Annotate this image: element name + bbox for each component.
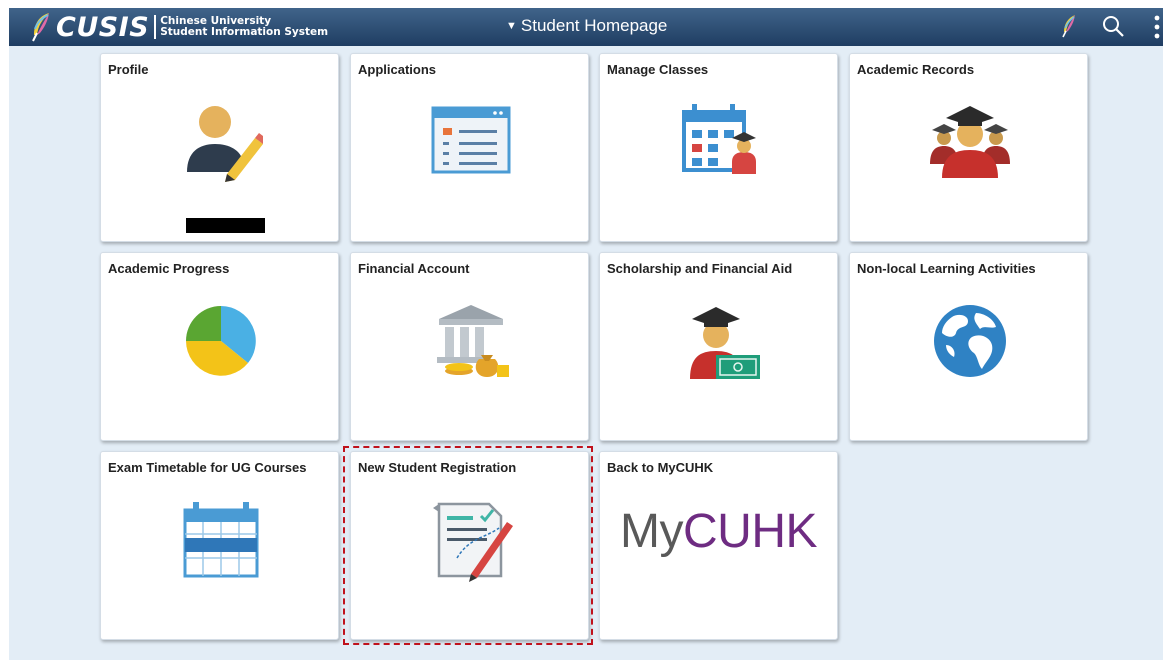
tile-academic-records[interactable]: Academic Records <box>849 53 1088 242</box>
logo-title: CUSIS <box>56 11 150 43</box>
tile-title: Non-local Learning Activities <box>857 261 1036 276</box>
logo-subtitle-line2: Student Information System <box>160 26 329 38</box>
redacted-name <box>186 218 265 233</box>
graduates-icon <box>930 106 1010 178</box>
tile-title: Academic Progress <box>108 261 230 276</box>
top-banner: CUSIS Chinese University Student Informa… <box>9 8 1163 46</box>
pie-chart-icon <box>186 306 256 376</box>
mycuhk-logo-suffix: CUHK <box>682 505 818 558</box>
tile-title: Applications <box>358 62 437 77</box>
class-calendar-icon <box>682 104 756 174</box>
tile-profile[interactable]: Profile <box>100 53 339 242</box>
tile-title: Manage Classes <box>607 62 709 77</box>
tile-title: Back to MyCUHK <box>607 460 714 475</box>
tile-title: Financial Account <box>358 261 470 276</box>
tile-title: Academic Records <box>857 62 975 77</box>
tile-financial-account[interactable]: Financial Account <box>350 252 589 441</box>
cusis-logo[interactable]: CUSIS Chinese University Student Informa… <box>29 11 328 43</box>
graduate-cash-icon <box>690 307 760 379</box>
tile-applications[interactable]: Applications <box>350 53 589 242</box>
bank-money-icon <box>437 305 509 377</box>
tile-academic-progress[interactable]: Academic Progress <box>100 252 339 441</box>
feather-icon[interactable] <box>1061 14 1079 38</box>
caret-down-icon: ▼ <box>506 20 517 32</box>
tile-title: Profile <box>108 62 149 77</box>
tile-title: Scholarship and Financial Aid <box>607 261 793 276</box>
application-form-icon <box>431 106 511 174</box>
tile-new-student-registration[interactable]: New Student Registration <box>350 451 589 640</box>
globe-icon <box>934 305 1006 377</box>
feather-logo-icon <box>32 13 49 42</box>
more-options-icon[interactable] <box>1153 14 1161 40</box>
mycuhk-logo: MyCUHK <box>620 504 818 559</box>
tile-non-local-learning[interactable]: Non-local Learning Activities <box>849 252 1088 441</box>
calendar-icon <box>183 502 259 578</box>
tile-exam-timetable[interactable]: Exam Timetable for UG Courses <box>100 451 339 640</box>
homepage-selector[interactable]: ▼ Student Homepage <box>506 16 667 36</box>
tile-back-to-mycuhk[interactable]: Back to MyCUHK MyCUHK <box>599 451 838 640</box>
tile-scholarship-financial-aid[interactable]: Scholarship and Financial Aid <box>599 252 838 441</box>
registration-form-icon <box>433 502 513 582</box>
profile-edit-icon <box>187 106 263 182</box>
logo-subtitle: Chinese University Student Information S… <box>160 16 328 38</box>
tile-title: New Student Registration <box>358 460 517 475</box>
page-title: Student Homepage <box>520 16 668 35</box>
tile-manage-classes[interactable]: Manage Classes <box>599 53 838 242</box>
mycuhk-logo-prefix: My <box>620 505 683 558</box>
search-icon[interactable] <box>1101 14 1125 38</box>
tile-title: Exam Timetable for UG Courses <box>108 460 307 475</box>
logo-divider <box>154 15 157 39</box>
